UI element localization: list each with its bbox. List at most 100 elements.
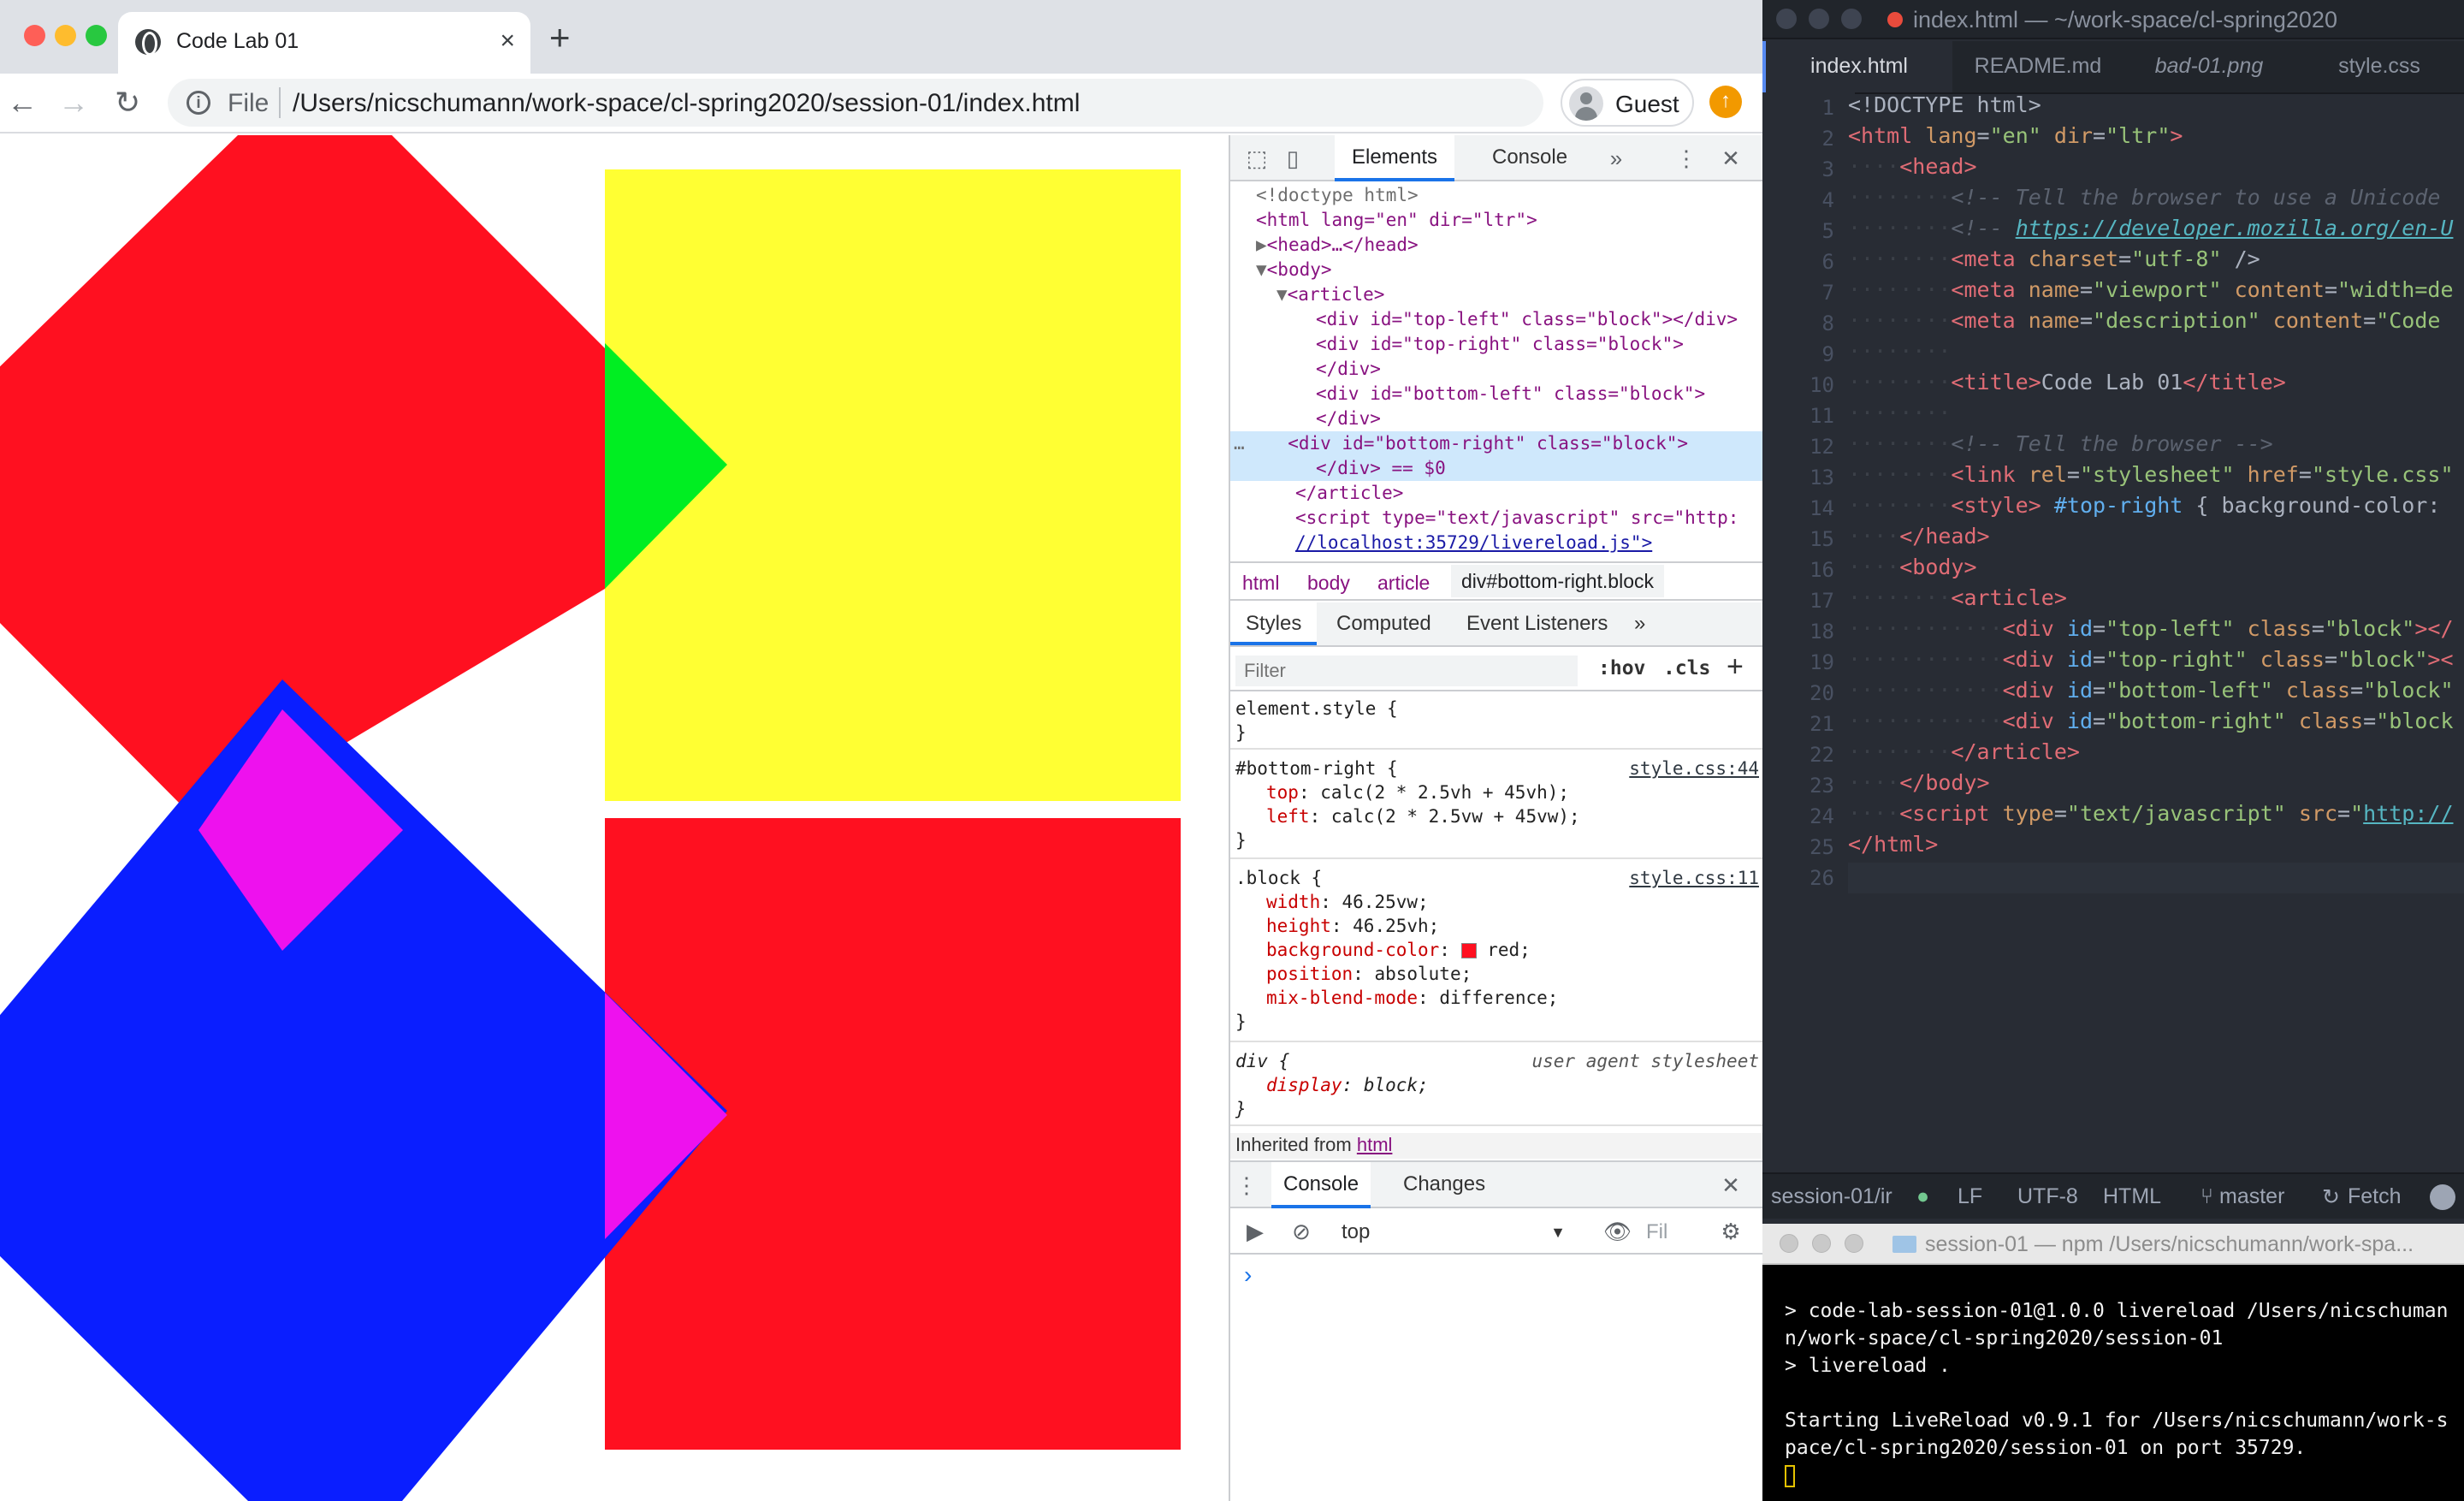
dom-link[interactable]: //localhost:35729/livereload.js"> xyxy=(1295,532,1652,553)
zoom-window-button[interactable] xyxy=(1841,9,1862,29)
prop-name[interactable]: top xyxy=(1266,782,1299,803)
editor-tab-readme[interactable]: README.md xyxy=(1952,41,2123,92)
cls-toggle[interactable]: .cls xyxy=(1663,657,1710,679)
zoom-window-button[interactable] xyxy=(86,25,107,46)
kebab-menu-icon[interactable]: ⋮ xyxy=(1673,145,1699,171)
dom-line[interactable]: <div id="bottom-left" class="block"> xyxy=(1230,382,1762,406)
close-window-button[interactable] xyxy=(1776,9,1797,29)
color-swatch[interactable] xyxy=(1460,943,1477,958)
prop-value[interactable]: calc(2 * 2.5vw + 45vw); xyxy=(1331,806,1580,827)
drawer-tab-console[interactable]: Console xyxy=(1271,1162,1371,1208)
console-prompt[interactable]: › xyxy=(1244,1261,1252,1289)
prop-name[interactable]: position xyxy=(1266,964,1353,984)
status-line-ending[interactable]: LF xyxy=(1958,1184,1982,1209)
clear-console-icon[interactable]: ⊘ xyxy=(1288,1219,1314,1244)
dom-line[interactable]: <div id="top-right" class="block"> xyxy=(1230,332,1762,357)
prop-name[interactable]: width xyxy=(1266,892,1320,912)
tab-computed[interactable]: Computed xyxy=(1336,602,1431,645)
status-encoding[interactable]: UTF-8 xyxy=(2017,1184,2078,1209)
tab-code-lab[interactable]: Code Lab 01 × xyxy=(118,12,530,74)
drawer-tab-changes[interactable]: Changes xyxy=(1403,1162,1485,1208)
prop-value[interactable]: 46.25vw; xyxy=(1342,892,1429,912)
minimize-window-button[interactable] xyxy=(55,25,76,46)
status-branch[interactable]: master xyxy=(2219,1184,2284,1209)
gear-icon[interactable]: ⚙ xyxy=(1718,1219,1744,1244)
dom-line-selected[interactable]: … <div id="bottom-right" class="block"> xyxy=(1230,431,1762,456)
status-grammar[interactable]: HTML xyxy=(2103,1184,2161,1209)
dom-line[interactable]: ▼<article> xyxy=(1230,282,1762,307)
dom-line[interactable]: ▶<head>…</head> xyxy=(1230,233,1762,258)
breadcrumb-div[interactable]: div#bottom-right.block xyxy=(1451,565,1664,597)
rule-source-link[interactable]: style.css:44 xyxy=(1629,756,1759,780)
close-devtools-icon[interactable]: ✕ xyxy=(1718,145,1744,171)
hov-toggle[interactable]: :hov xyxy=(1598,657,1645,679)
tab-console[interactable]: Console xyxy=(1478,135,1581,181)
dom-line[interactable]: //localhost:35729/livereload.js"> xyxy=(1230,531,1762,555)
sidebar-toggle-icon[interactable]: ▶ xyxy=(1242,1219,1268,1244)
code-link[interactable]: https://developer.mozilla.org/en-U xyxy=(2016,216,2454,240)
minimize-window-button[interactable] xyxy=(1809,9,1829,29)
tab-close-icon[interactable]: × xyxy=(500,24,515,58)
prop-value[interactable]: absolute; xyxy=(1374,964,1472,984)
styles-filter-input[interactable] xyxy=(1235,656,1578,686)
update-icon[interactable]: ↑ xyxy=(1709,86,1742,118)
context-select[interactable]: top ▼ xyxy=(1342,1217,1573,1248)
dom-line[interactable]: </article> xyxy=(1230,481,1762,506)
tab-elements[interactable]: Elements xyxy=(1335,135,1455,181)
drawer-menu-icon[interactable]: ⋮ xyxy=(1234,1172,1259,1198)
inherited-element-link[interactable]: html xyxy=(1357,1134,1393,1155)
profile-button[interactable]: Guest xyxy=(1561,79,1694,127)
breadcrumb-html[interactable]: html xyxy=(1242,572,1279,595)
inspect-element-icon[interactable]: ⬚ xyxy=(1244,145,1270,171)
forward-arrow-icon[interactable]: → xyxy=(58,84,89,122)
rule-source-link[interactable]: style.css:11 xyxy=(1629,866,1759,890)
close-drawer-icon[interactable]: ✕ xyxy=(1718,1172,1744,1198)
info-icon[interactable]: i xyxy=(187,91,210,115)
more-tabs-icon[interactable]: » xyxy=(1603,145,1629,171)
url-text[interactable]: /Users/nicschumann/work-space/cl-spring2… xyxy=(293,89,1080,118)
breadcrumb-article[interactable]: article xyxy=(1377,572,1430,595)
dom-line[interactable]: </div> xyxy=(1230,357,1762,382)
code-area[interactable]: <!DOCTYPE html> <html lang="en" dir="ltr… xyxy=(1848,92,2464,1171)
status-fetch[interactable]: Fetch xyxy=(2348,1184,2402,1209)
dom-line[interactable]: <!doctype html> xyxy=(1230,183,1762,208)
code-link[interactable]: http:// xyxy=(2363,801,2453,826)
eye-icon[interactable]: 👁 xyxy=(1603,1219,1632,1244)
prop-name[interactable]: height xyxy=(1266,916,1331,936)
prop-value[interactable]: red; xyxy=(1487,940,1531,960)
add-rule-icon[interactable]: + xyxy=(1727,650,1744,684)
more-tabs-icon[interactable]: » xyxy=(1634,602,1645,645)
terminal-output[interactable]: > code-lab-session-01@1.0.0 livereload /… xyxy=(1785,1297,2461,1489)
prop-value[interactable]: 46.25vh; xyxy=(1353,916,1439,936)
prop-name[interactable]: left xyxy=(1266,806,1310,827)
breadcrumb-body[interactable]: body xyxy=(1307,572,1350,595)
github-icon[interactable] xyxy=(2430,1184,2455,1210)
dom-line[interactable]: </div> xyxy=(1230,406,1762,431)
close-window-button[interactable] xyxy=(1780,1234,1798,1253)
dom-line[interactable]: ▼<body> xyxy=(1230,258,1762,282)
dom-line[interactable]: <script type="text/javascript" src="http… xyxy=(1230,506,1762,531)
close-window-button[interactable] xyxy=(24,25,45,46)
device-toolbar-icon[interactable]: ▯ xyxy=(1280,145,1306,171)
line-number: 15 xyxy=(1810,527,1834,551)
dom-line-selected[interactable]: </div> == $0 xyxy=(1230,456,1762,481)
prop-value[interactable]: difference; xyxy=(1439,988,1558,1008)
reload-icon[interactable]: ↻ xyxy=(115,84,140,122)
prop-name[interactable]: mix-blend-mode xyxy=(1266,988,1418,1008)
console-filter-input[interactable]: Fil xyxy=(1646,1220,1667,1244)
new-tab-button[interactable]: + xyxy=(549,20,571,56)
address-bar[interactable]: i File /Users/nicschumann/work-space/cl-… xyxy=(168,79,1543,127)
tab-event-listeners[interactable]: Event Listeners xyxy=(1466,602,1608,645)
zoom-window-button[interactable] xyxy=(1845,1234,1863,1253)
status-file-path[interactable]: session-01/ir xyxy=(1771,1184,1892,1209)
editor-tab-index[interactable]: index.html xyxy=(1762,41,1952,92)
minimize-window-button[interactable] xyxy=(1812,1234,1831,1253)
prop-name[interactable]: background-color xyxy=(1266,940,1439,960)
tab-styles[interactable]: Styles xyxy=(1230,602,1318,645)
back-arrow-icon[interactable]: ← xyxy=(7,84,38,122)
prop-value[interactable]: calc(2 * 2.5vh + 45vh); xyxy=(1320,782,1569,803)
editor-tab-style[interactable]: style.css xyxy=(2295,41,2464,92)
dom-line[interactable]: <div id="top-left" class="block"></div> xyxy=(1230,307,1762,332)
dom-line[interactable]: <html lang="en" dir="ltr"> xyxy=(1230,208,1762,233)
editor-tab-png[interactable]: bad-01.png xyxy=(2123,41,2295,92)
